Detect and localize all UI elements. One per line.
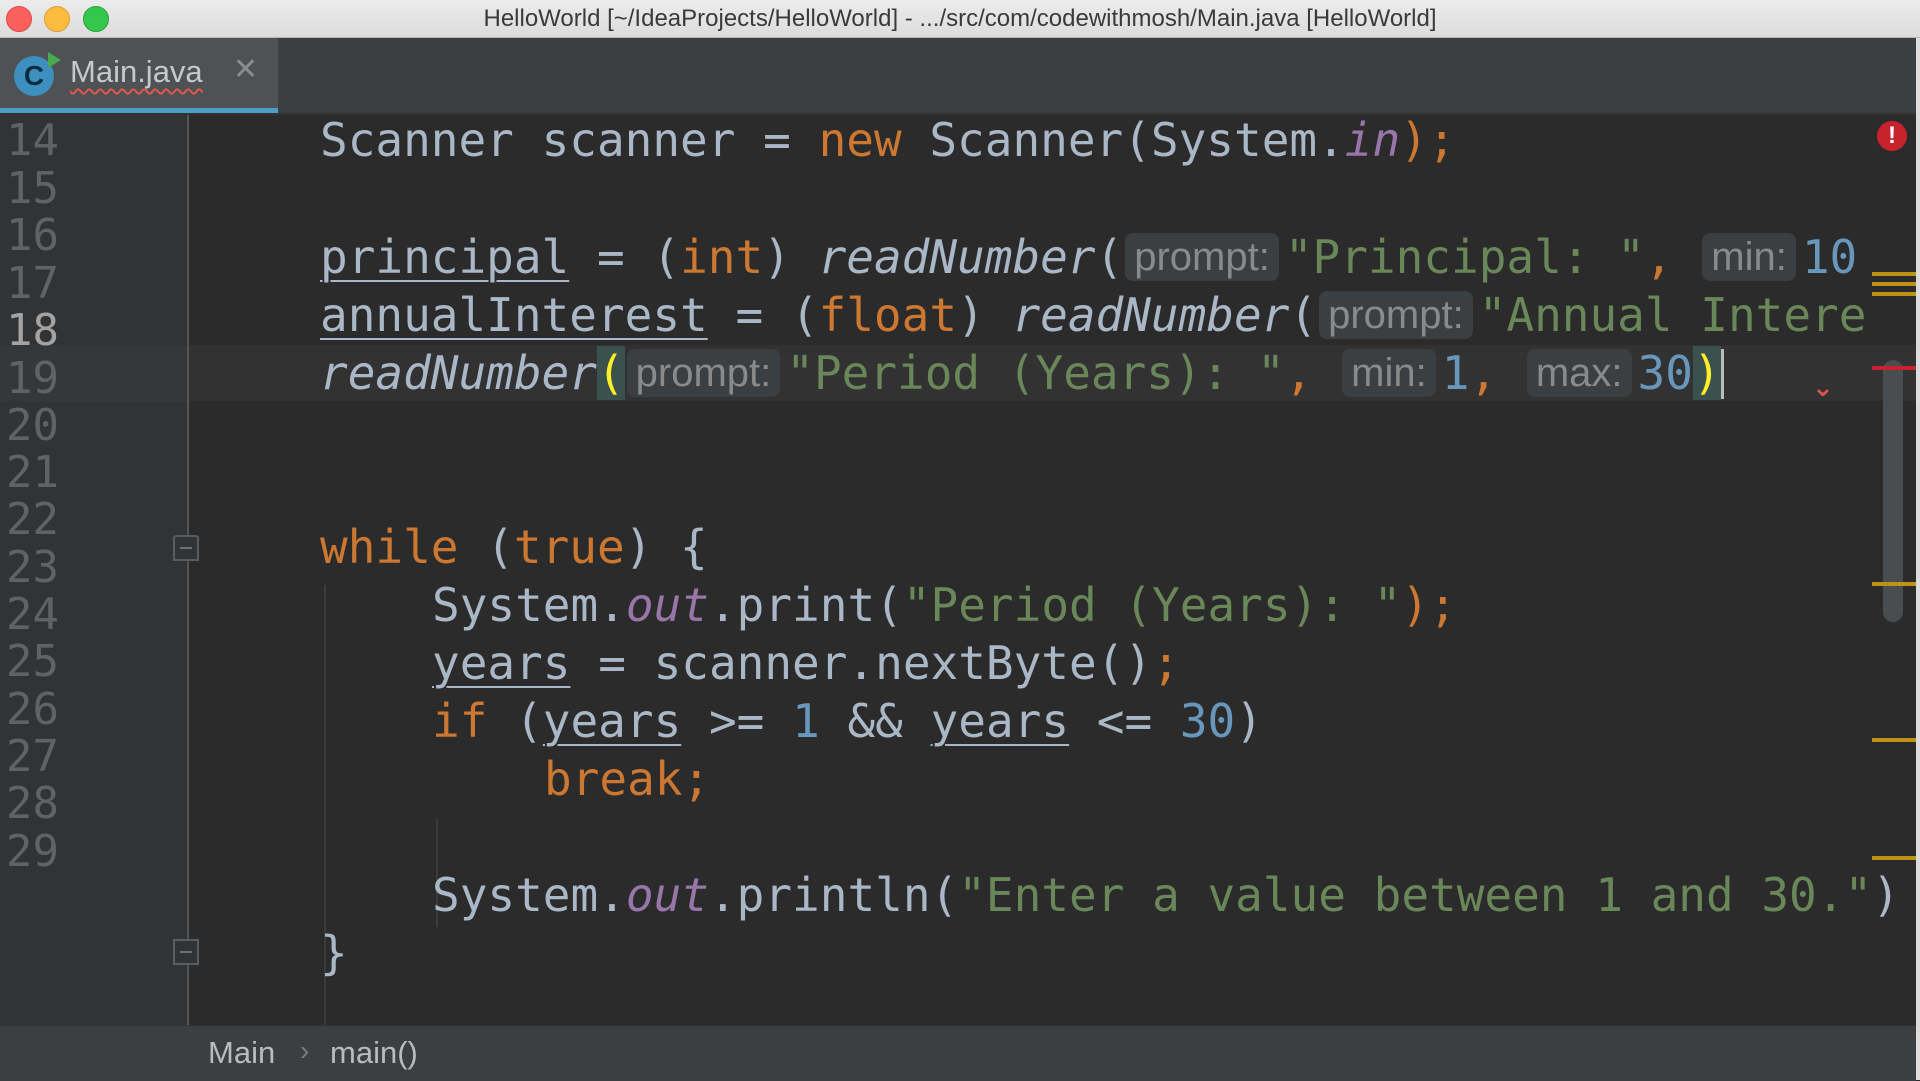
active-tab-indicator [0,108,278,113]
code-line-25[interactable]: break; [544,750,710,808]
code-line-28[interactable]: } [320,924,348,982]
code-line-14[interactable]: Scanner scanner = new Scanner(System.in)… [320,115,1456,169]
matched-bracket-close: ) [1692,346,1721,400]
param-hint-min: min: [1342,349,1436,397]
matched-bracket-open: ( [596,346,625,400]
window-edge [1916,38,1920,1080]
code-line-22[interactable]: System.out.print("Period (Years): "); [432,576,1457,634]
window-titlebar: HelloWorld [~/IdeaProjects/HelloWorld] -… [0,0,1920,38]
close-tab-icon[interactable]: ✕ [233,55,258,85]
warning-stripe[interactable] [1872,272,1916,276]
code-line-17[interactable]: annualInterest = (float) readNumber(prom… [320,286,1866,344]
warning-stripe[interactable] [1872,856,1916,860]
param-hint-max: max: [1526,349,1632,397]
param-hint-min: min: [1702,233,1796,281]
code-line-21[interactable]: while (true) { [320,518,708,576]
code-line-16[interactable]: principal = (int) readNumber(prompt: "Pri… [320,228,1857,286]
warning-stripe[interactable] [1872,738,1916,742]
editor-tab-bar: C Main.java ✕ [0,38,1916,115]
breadcrumb-class[interactable]: Main [208,1035,275,1071]
fold-toggle-icon[interactable] [173,535,199,561]
fold-toggle-icon[interactable] [173,939,199,965]
error-stripe[interactable] [1872,366,1916,370]
code-line-18[interactable]: readNumber(prompt: "Period (Years): ", mi… [320,344,1724,402]
tab-label: Main.java [70,54,203,89]
param-hint-prompt: prompt: [626,349,781,397]
code-line-23[interactable]: years = scanner.nextByte(); [432,634,1180,692]
param-hint-prompt: prompt: [1125,233,1279,281]
breadcrumb-method[interactable]: main() [330,1035,418,1071]
error-squiggle-icon: ⌄ [1812,373,1834,403]
line-number: 29 [6,826,59,877]
window-title: HelloWorld [~/IdeaProjects/HelloWorld] -… [483,5,1437,32]
breadcrumb: Main › main() [0,1025,1916,1081]
code-line-24[interactable]: if (years >= 1 && years <= 30) [432,692,1263,750]
tab-main-java[interactable]: C Main.java ✕ [0,38,278,113]
error-indicator-icon[interactable]: ! [1877,121,1907,151]
code-editor[interactable]: 14 15 16 17 18 19 20 21 22 23 24 25 26 2… [0,115,1916,1025]
runnable-badge-icon [48,52,61,68]
code-line-27[interactable]: System.out.println("Enter a value betwee… [432,866,1900,924]
warning-stripe[interactable] [1872,282,1916,286]
warning-stripe[interactable] [1872,292,1916,296]
text-caret [1720,349,1724,399]
warning-stripe[interactable] [1872,582,1916,586]
param-hint-prompt: prompt: [1319,291,1473,339]
gutter-divider [187,115,189,1025]
breadcrumb-separator-icon: › [300,1035,310,1066]
